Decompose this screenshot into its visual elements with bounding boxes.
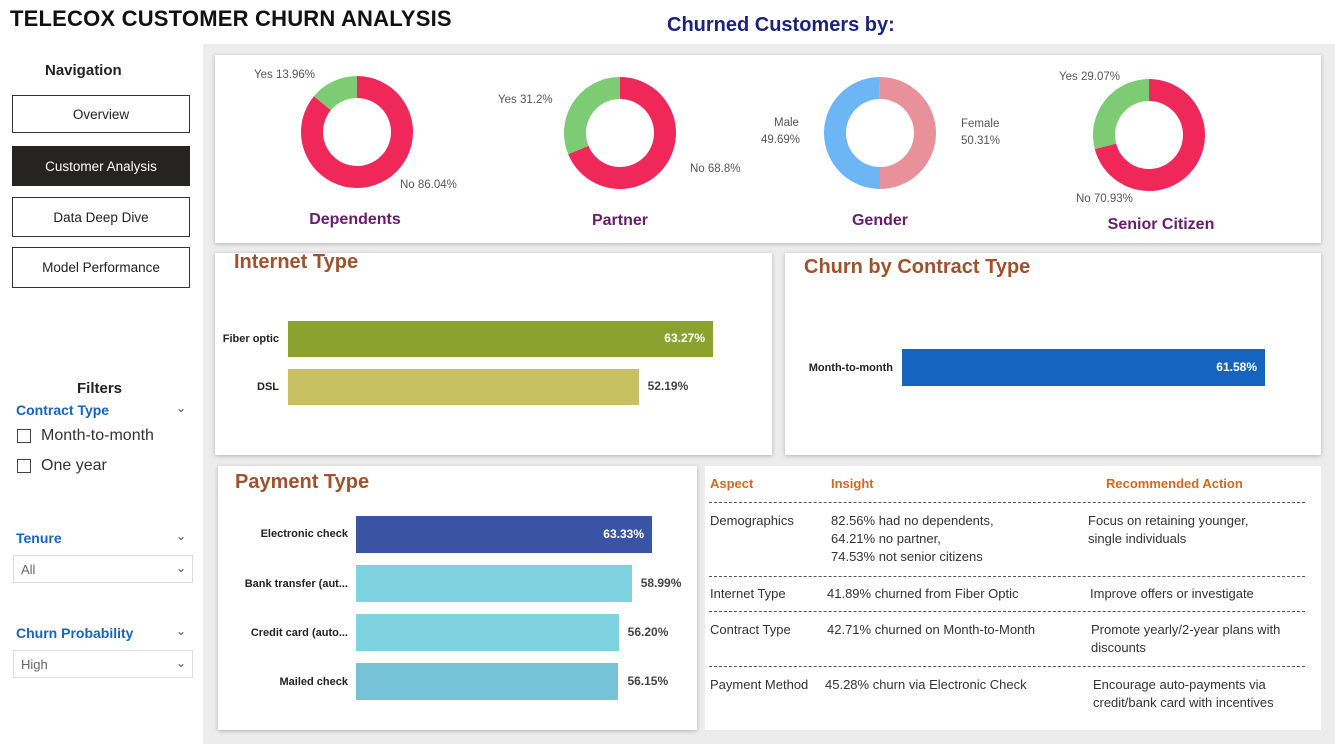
- chevron-down-icon[interactable]: ⌄: [176, 401, 186, 415]
- donut-slice[interactable]: [878, 77, 936, 189]
- insight-line: 82.56% had no dependents,: [831, 513, 994, 528]
- bar-category-label: DSL: [257, 381, 279, 393]
- chevron-down-icon[interactable]: ⌄: [176, 624, 186, 638]
- table-divider: [709, 576, 1305, 577]
- churn-probability-filter-label: Churn Probability: [16, 625, 134, 641]
- internet-type-title: Internet Type: [234, 251, 359, 273]
- table-divider: [709, 666, 1305, 667]
- checkbox-box[interactable]: [17, 459, 31, 473]
- bar-value-label: 56.20%: [627, 624, 669, 639]
- checkbox-label: Month-to-month: [41, 427, 154, 444]
- bar-category-label: Credit card (auto...: [250, 627, 348, 639]
- table-cell-insight: 41.89% churned from Fiber Optic: [827, 585, 1018, 603]
- bar-category-label: Month-to-month: [808, 362, 893, 374]
- insight-line: 41.89% churned from Fiber Optic: [827, 586, 1019, 601]
- table-header-aspect: Aspect: [710, 476, 754, 491]
- checkbox-month-to-month[interactable]: Month-to-month: [17, 427, 154, 445]
- churn-probability-dropdown-value: High: [21, 657, 48, 672]
- checkbox-label: One year: [41, 457, 107, 474]
- contract-type-filter-label: Contract Type: [16, 402, 110, 418]
- donut-title-partner: Partner: [591, 212, 649, 229]
- bar-value-label: 58.99%: [640, 575, 682, 590]
- action-line: Encourage auto-payments via: [1093, 677, 1266, 692]
- nav-data-deep-dive-button[interactable]: Data Deep Dive: [12, 197, 190, 237]
- bar[interactable]: [288, 369, 639, 405]
- donut-slice[interactable]: [1093, 79, 1150, 150]
- nav-model-performance-button[interactable]: Model Performance: [12, 247, 190, 288]
- nav-customer-analysis-button[interactable]: Customer Analysis: [12, 146, 190, 186]
- action-line: credit/bank card with incentives: [1093, 695, 1274, 710]
- action-line: Focus on retaining younger,: [1088, 513, 1249, 528]
- donut-title-senior-citizen: Senior Citizen: [1107, 216, 1215, 233]
- section-headline: Churned Customers by:: [667, 14, 895, 36]
- insight-line: 42.71% churned on Month-to-Month: [827, 622, 1036, 637]
- bar-category-label: Fiber optic: [222, 333, 279, 345]
- table-cell-action: Focus on retaining younger, single indiv…: [1088, 512, 1248, 548]
- table-cell-insight: 82.56% had no dependents, 64.21% no part…: [831, 512, 994, 566]
- bar[interactable]: [288, 321, 713, 357]
- chevron-down-icon: ⌄: [175, 561, 186, 575]
- contract-type-title: Churn by Contract Type: [804, 256, 1031, 278]
- bar-value-label: 52.19%: [647, 379, 689, 393]
- tenure-dropdown-value: All: [21, 562, 36, 577]
- table-cell-insight: 45.28% churn via Electronic Check: [825, 676, 1027, 694]
- donut-slice[interactable]: [564, 77, 621, 155]
- bar-category-label: Electronic check: [260, 528, 348, 540]
- table-cell-action: Promote yearly/2-year plans with discoun…: [1091, 621, 1280, 657]
- donut-label: Yes 13.96%: [254, 69, 315, 81]
- table-cell-aspect: Demographics: [710, 513, 794, 528]
- insight-line: 45.28% churn via Electronic Check: [825, 677, 1027, 692]
- filters-title: Filters: [77, 380, 123, 397]
- bar[interactable]: [356, 614, 619, 651]
- action-line: discounts: [1091, 640, 1146, 655]
- table-cell-action: Improve offers or investigate: [1090, 585, 1254, 603]
- table-cell-action: Encourage auto-payments via credit/bank …: [1093, 676, 1274, 712]
- action-line: Improve offers or investigate: [1090, 586, 1254, 601]
- navigation-title: Navigation: [45, 62, 122, 79]
- bar-value-label: 56.15%: [627, 673, 669, 688]
- chevron-down-icon[interactable]: ⌄: [176, 529, 186, 543]
- donut-label: No 86.04%: [400, 179, 457, 191]
- chevron-down-icon: ⌄: [175, 656, 186, 670]
- donut-label: No 70.93%: [1076, 193, 1133, 205]
- donut-label: Female: [961, 118, 1000, 130]
- nav-overview-button[interactable]: Overview: [12, 95, 190, 133]
- table-header-action: Recommended Action: [1106, 476, 1243, 491]
- table-cell-aspect: Contract Type: [710, 622, 791, 637]
- donut-title-dependents: Dependents: [309, 211, 401, 228]
- donut-slice[interactable]: [823, 77, 880, 189]
- table-divider: [709, 502, 1305, 503]
- action-line: Promote yearly/2-year plans with: [1091, 622, 1281, 637]
- payment-type-title: Payment Type: [235, 471, 370, 493]
- table-cell-aspect: Payment Method: [710, 677, 809, 692]
- insight-line: 64.21% no partner,: [831, 531, 941, 546]
- bar-category-label: Mailed check: [279, 676, 348, 688]
- table-cell-insight: 42.71% churned on Month-to-Month: [827, 621, 1035, 639]
- donut-label: 50.31%: [961, 135, 1001, 147]
- donut-label: Yes 31.2%: [498, 94, 553, 106]
- page-title: TELECOX CUSTOMER CHURN ANALYSIS: [10, 6, 452, 31]
- checkbox-one-year[interactable]: One year: [17, 457, 107, 475]
- donut-label: 49.69%: [761, 134, 801, 146]
- donut-label: Male: [774, 117, 799, 129]
- bar-value-label: 63.27%: [664, 331, 705, 345]
- churn-probability-dropdown[interactable]: High ⌄: [13, 650, 193, 678]
- tenure-dropdown[interactable]: All ⌄: [13, 555, 193, 583]
- donut-title-gender: Gender: [851, 212, 908, 229]
- table-cell-aspect: Internet Type: [710, 586, 786, 601]
- insight-line: 74.53% not senior citizens: [831, 549, 983, 564]
- table-header-insight: Insight: [831, 476, 874, 491]
- checkbox-box[interactable]: [17, 429, 31, 443]
- tenure-filter-label: Tenure: [16, 530, 62, 546]
- bar-value-label: 63.33%: [603, 526, 644, 541]
- table-divider: [709, 611, 1305, 612]
- donut-label: No 68.8%: [690, 163, 741, 175]
- bar[interactable]: [356, 565, 632, 602]
- bar-category-label: Bank transfer (aut...: [244, 578, 348, 590]
- bar[interactable]: [356, 663, 619, 700]
- donut-label: Yes 29.07%: [1059, 71, 1120, 83]
- bar-value-label: 61.58%: [1216, 359, 1257, 374]
- action-line: single individuals: [1088, 531, 1187, 546]
